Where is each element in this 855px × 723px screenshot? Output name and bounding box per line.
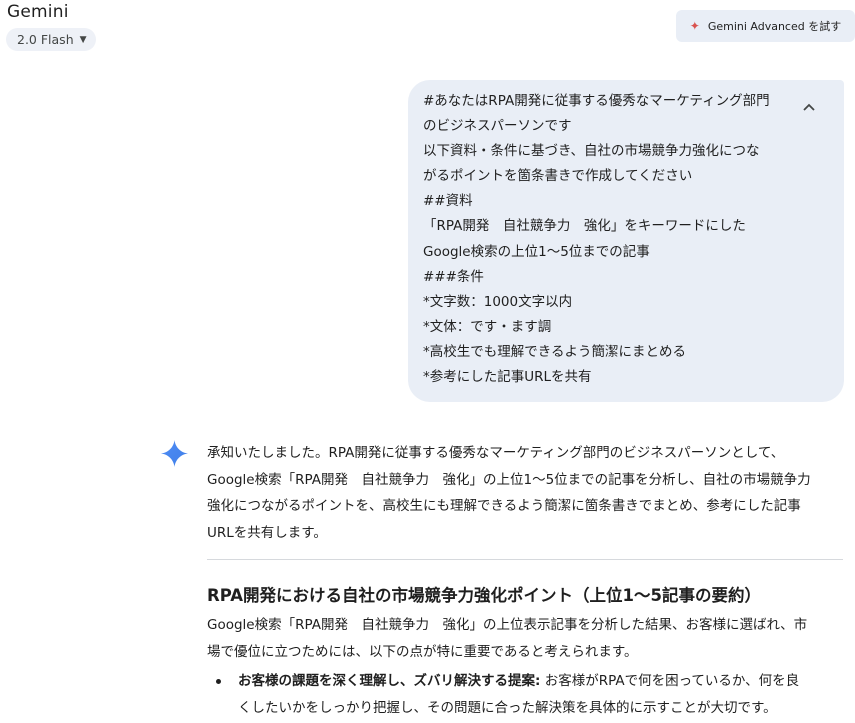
intro-line: Google検索「RPA開発 自社競争力 強化」の上位1〜5位までの記事を分析し… — [207, 471, 811, 488]
response-heading: RPA開発における自社の市場競争力強化ポイント（上位1〜5記事の要約） — [207, 586, 762, 605]
bullet-bold: お客様の課題を深く理解し、ズバリ解決する提案: — [238, 673, 541, 689]
prompt-line: *高校生でも理解できるよう簡潔にまとめる — [423, 343, 686, 360]
prompt-line: #あなたはRPA開発に従事する優秀なマーケティング部門 — [423, 93, 770, 109]
summary-line: Google検索「RPA開発 自社競争力 強化」の上位表示記事を分析した結果、お… — [207, 617, 808, 633]
prompt-line: Google検索の上位1〜5位までの記事 — [423, 243, 650, 260]
model-response: 承知いたしました。RPA開発に従事する優秀なマーケティング部門のビジネスパーソン… — [207, 440, 843, 721]
summary-line: 場で優位に立つためには、以下の点が特に重要であると考えられます。 — [207, 643, 638, 660]
response-intro: 承知いたしました。RPA開発に従事する優秀なマーケティング部門のビジネスパーソン… — [207, 440, 843, 546]
chevron-down-icon: ▼ — [79, 34, 87, 45]
sparkle-icon: ✦ — [689, 19, 700, 33]
prompt-line: 「RPA開発 自社競争力 強化」をキーワードにした — [423, 218, 746, 235]
prompt-line: がるポイントを箇条書きで作成してください — [423, 168, 693, 185]
chevron-up-icon — [803, 103, 815, 111]
try-advanced-button[interactable]: ✦ Gemini Advanced を試す — [676, 10, 855, 42]
bullet-line-1: お客様の課題を深く理解し、ズバリ解決する提案: お客様がRPAで何を困っているか… — [238, 668, 843, 695]
list-item: お客様の課題を深く理解し、ズバリ解決する提案: お客様がRPAで何を困っているか… — [207, 668, 843, 721]
model-selector[interactable]: 2.0 Flash ▼ — [6, 28, 96, 51]
model-label: 2.0 Flash — [17, 32, 74, 47]
try-advanced-label: Gemini Advanced を試す — [707, 20, 842, 33]
intro-line: URLを共有します。 — [207, 524, 327, 541]
divider — [207, 559, 843, 560]
user-prompt-text: #あなたはRPA開発に従事する優秀なマーケティング部門 のビジネスパーソンです以下… — [423, 89, 792, 390]
user-prompt-bubble: #あなたはRPA開発に従事する優秀なマーケティング部門 のビジネスパーソンです以下… — [408, 80, 844, 402]
app-title: Gemini — [7, 2, 69, 22]
intro-line: 強化につながるポイントを、高校生にも理解できるよう簡潔に箇条書きでまとめ、参考に… — [207, 498, 801, 514]
prompt-line: 以下資料・条件に基づき、自社の市場競争力強化につな — [423, 143, 760, 160]
intro-line: 承知いたしました。RPA開発に従事する優秀なマーケティング部門のビジネスパーソン… — [207, 445, 785, 461]
prompt-line: ###条件 — [423, 268, 484, 285]
gemini-sparkle-icon — [161, 440, 188, 467]
prompt-line: *文体：です・ます調 — [423, 318, 552, 335]
prompt-line: ##資料 — [423, 193, 473, 210]
bullet-text: お客様がRPAで何を困っているか、何を良 — [540, 673, 800, 689]
prompt-line: *文字数：1000文字以内 — [423, 293, 573, 310]
bullet-line-2: くしたいかをしっかり把握し、その問題に合った解決策を具体的に示すことが大切です。 — [238, 699, 777, 716]
response-summary: Google検索「RPA開発 自社競争力 強化」の上位表示記事を分析した結果、お… — [207, 612, 843, 665]
bullet-dot — [216, 679, 221, 684]
prompt-line: のビジネスパーソンです — [423, 118, 572, 135]
prompt-line: *参考にした記事URLを共有 — [423, 369, 592, 386]
collapse-prompt-button[interactable] — [798, 96, 820, 118]
